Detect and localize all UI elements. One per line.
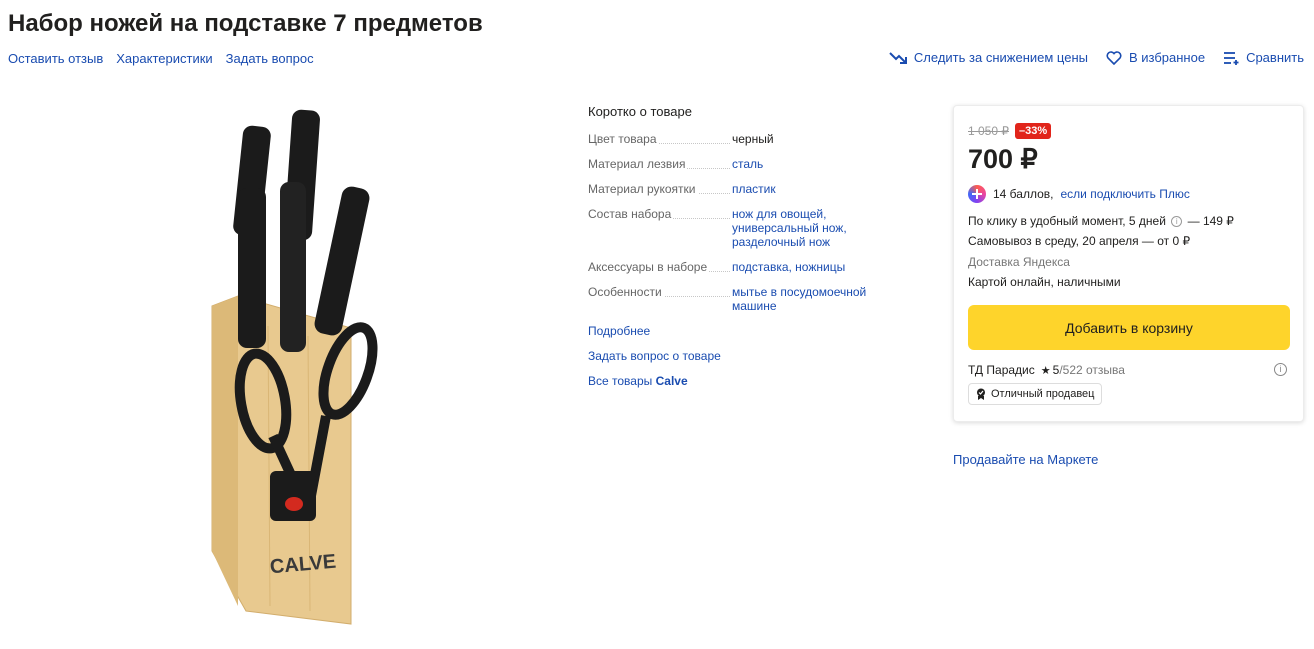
ask-about-product-link[interactable]: Задать вопрос о товаре [588,349,888,363]
specs-title: Коротко о товаре [588,104,692,119]
spec-row: Состав набора нож для овощей, универсальн… [588,207,888,249]
more-specs-link[interactable]: Подробнее [588,324,888,338]
brand-name: Calve [655,374,688,388]
spec-value: черный [732,132,774,146]
spec-row: Цвет товара черный [588,132,888,146]
courier-delivery-price: — 149 ₽ [1187,214,1234,228]
seller-reviews[interactable]: /522 отзыва [1059,363,1125,377]
delivery-service: Доставка Яндекса [968,255,1070,269]
seller-badge-label: Отличный продавец [991,388,1095,400]
spec-key-label: Состав набора [588,207,674,221]
spec-value[interactable]: пластик [732,182,872,196]
compare-icon [1224,51,1239,65]
spec-row: Материал лезвия сталь [588,157,888,171]
old-price-row: 1 050 ₽ –33% [968,122,1289,140]
spec-key-label: Аксессуары в наборе [588,260,710,274]
product-image[interactable]: CALVE [208,106,384,644]
medal-icon [977,388,985,400]
old-price: 1 050 ₽ [968,124,1009,138]
price-watch-label: Следить за снижением цены [913,50,1088,65]
heart-icon [1106,50,1122,65]
spec-list: Цвет товара черный Материал лезвия сталь Мат… [588,132,888,313]
spec-key-label: Цвет товара [588,132,659,146]
courier-delivery-text: По клику в удобный момент, 5 дней [968,214,1166,228]
seller-rating: 5 [1052,363,1060,377]
add-to-cart-button[interactable]: Добавить в корзину [968,305,1290,350]
spec-key-label: Особенности [588,285,664,299]
star-icon: ★ [1040,364,1051,377]
offer-card: 1 050 ₽ –33% 700 ₽ 14 баллов, если подкл… [953,105,1304,422]
spec-row: Особенности мытье в посудомоечной машине [588,285,888,313]
sell-on-market-link[interactable]: Продавайте на Маркете [953,452,1098,467]
spec-value[interactable]: нож для овощей, универсальный нож, разде… [732,207,872,249]
spec-value[interactable]: сталь [732,157,872,171]
favorite-button[interactable]: В избранное [1106,50,1205,65]
delivery-options: По клику в удобный момент, 5 дней i — 14… [968,211,1289,251]
plus-cashback: 14 баллов, если подключить Плюс [968,185,1289,203]
spec-key: Состав набора [588,207,732,249]
spec-key: Аксессуары в наборе [588,260,732,274]
current-price: 700 ₽ [968,144,1038,174]
spec-row: Аксессуары в наборе подставка, ножницы [588,260,888,274]
spec-key-label: Материал лезвия [588,157,688,171]
plus-points: 14 баллов, [993,187,1054,201]
payment-methods: Картой онлайн, наличными [968,275,1121,289]
info-icon[interactable]: i [1171,216,1183,227]
product-actions: Следить за снижением цены В избранное Ср… [889,50,1304,65]
page-title: Набор ножей на подставке 7 предметов [8,10,483,37]
plus-subscribe-link[interactable]: если подключить Плюс [1060,187,1189,201]
pickup-delivery: Самовывоз в среду, 20 апреля — от 0 ₽ [968,234,1191,248]
spec-value[interactable]: подставка, ножницы [732,260,872,274]
spec-row: Материал рукоятки пластик [588,182,888,196]
product-subnav: Оставить отзыв Характеристики Задать воп… [8,51,314,66]
favorite-label: В избранное [1128,50,1206,65]
all-goods-prefix: Все товары [588,374,653,388]
spec-key: Особенности [588,285,732,313]
short-specs: Коротко о товаре Цвет товара черный Матери… [588,104,888,388]
seller-row: ТД Парадис ★ 5 /522 отзыва i [968,363,1289,377]
discount-badge: –33% [1015,123,1052,139]
spec-value[interactable]: мытье в посудомоечной машине [732,285,872,313]
ask-question-link[interactable]: Задать вопрос [226,51,314,66]
plus-icon [968,185,986,203]
seller-name[interactable]: ТД Парадис [968,363,1035,377]
price-drop-icon [889,51,907,64]
spec-key: Цвет товара [588,132,732,146]
leave-review-link[interactable]: Оставить отзыв [8,51,103,66]
spec-key: Материал лезвия [588,157,732,171]
price-watch-button[interactable]: Следить за снижением цены [889,50,1088,65]
specs-link[interactable]: Характеристики [116,51,212,66]
seller-badge[interactable]: Отличный продавец [968,383,1103,405]
compare-button[interactable]: Сравнить [1223,50,1304,65]
seller-info-icon[interactable]: i [1274,363,1287,376]
spec-key: Материал рукоятки [588,182,732,196]
courier-delivery: По клику в удобный момент, 5 дней i — 14… [968,211,1289,231]
compare-label: Сравнить [1246,50,1304,65]
spec-key-label: Материал рукоятки [588,182,698,196]
spec-links: Подробнее Задать вопрос о товаре Все тов… [588,324,888,388]
all-brand-goods-link[interactable]: Все товары Calve [588,374,888,388]
